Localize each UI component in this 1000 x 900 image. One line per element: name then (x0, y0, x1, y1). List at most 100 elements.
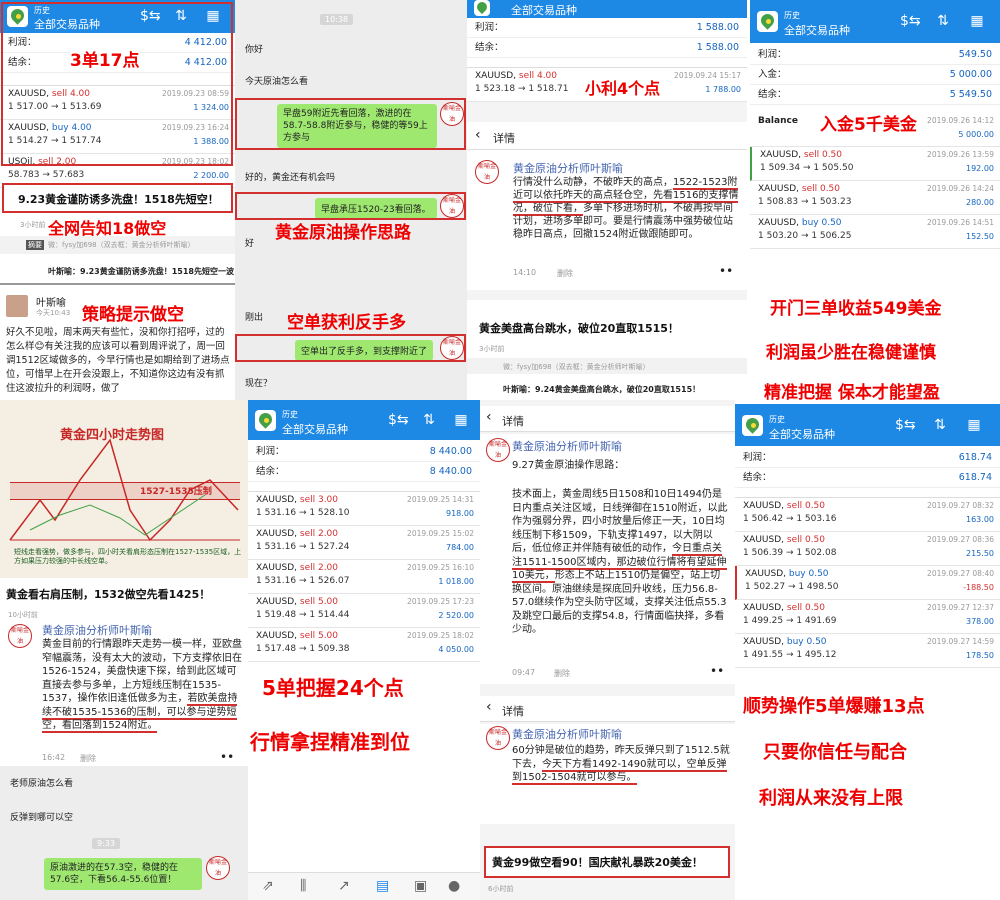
currency-icon[interactable]: $⇆ (388, 411, 409, 429)
chat-message: 好的，黄金还有机会吗 (245, 173, 336, 183)
caption-ideas: 黄金原油操作思路 (275, 223, 411, 243)
slogan: 利润虽少胜在稳健谨慎 (766, 343, 936, 363)
chart-nav-icon[interactable]: ⫼ (300, 878, 306, 894)
author-name: 黄金原油分析师叶斯喻 (42, 624, 152, 637)
trade-row[interactable]: XAUUSD, sell 5.00 1 519.48 → 1 514.44 2019… (248, 594, 480, 628)
chat-message: 好 (245, 239, 255, 249)
more-icon[interactable]: •• (220, 750, 234, 764)
slogan: 开门三单收益549美金 (770, 299, 942, 319)
article-ago: 3小时前 (479, 345, 505, 353)
chat-reply: 原油激进的在57.3空，稳健的在57.6空，下看56.4-55.6位置！ (44, 858, 202, 890)
balance-row: 结余： 5 549.50 (750, 85, 1000, 105)
seal-avatar: 斯喻金油 (486, 438, 510, 462)
trade-row[interactable]: XAUUSD, sell 0.50 1 499.25 → 1 491.69 2019… (735, 600, 1000, 634)
header-title: 全部交易品种 (282, 423, 348, 436)
wechat-line: 微：fysy加698（双去框：黄金分析师叶斯喻） (48, 241, 195, 249)
headline: 9.23黄金谨防诱多洗盘！1518先短空！ (18, 193, 219, 206)
header-title: 全部交易品种 (784, 24, 850, 37)
panel-history-0925: 历史 全部交易品种 $⇆ ⇅ ▦ 利润： 8 440.00 结余： 8 440.00… (248, 400, 480, 900)
delete-link[interactable]: 删除 (80, 753, 96, 764)
panel-history-0926: 历史 全部交易品种 $⇆ ⇅ ▦ 利润： 549.50 入金： 5 000.00 结… (750, 0, 1000, 400)
post-body: 技术面上，黄金周线5日1508和10日1494仍是日内重点关注区域，日线弹御在1… (512, 489, 728, 635)
article-ago: 10小时前 (8, 611, 38, 619)
post-body: 行情没什么动静，不破昨天的高点，1522-1523附近可以依托昨天的高点轻仓空，… (513, 177, 739, 240)
highlight-box (1, 2, 233, 166)
chart-note: 短线走看强势，做多参与，四小时关看肩形态压制在1527-1535区域，上方如果压… (14, 548, 242, 565)
more-icon[interactable]: •• (710, 664, 724, 678)
src-time: 3小时前 (20, 221, 46, 229)
currency-icon[interactable]: $⇆ (895, 416, 916, 434)
sort-icon[interactable]: ⇅ (931, 416, 949, 434)
slogan: 利润从来没有上限 (759, 788, 903, 809)
seal-avatar: 斯喻金油 (8, 624, 32, 648)
news-nav-icon[interactable]: ▣ (414, 878, 427, 894)
sort-icon[interactable]: ⇅ (420, 411, 438, 429)
slogan: 精准把握 保本才能望盈 (764, 383, 940, 400)
chat-message: 今天原油怎么看 (245, 77, 309, 87)
trade-row[interactable]: XAUUSD, buy 0.50 1 502.27 → 1 498.50 2019.… (735, 566, 1000, 600)
trade-row[interactable]: XAUUSD, sell 0.50 1 509.34 → 1 505.50 2019… (750, 147, 1000, 181)
article-ago: 6小时前 (488, 885, 514, 893)
trade-row[interactable]: XAUUSD, sell 0.50 1 506.42 → 1 503.16 2019… (735, 498, 1000, 532)
caption-3-trades: 3单17点 (70, 46, 140, 71)
slogan: 5单把握24个点 (262, 676, 404, 700)
history-nav-icon[interactable]: ▤ (376, 878, 389, 894)
chat-message: 反弹到哪可以空 (10, 813, 74, 823)
seal-avatar: 斯喻金油 (486, 726, 510, 750)
trade-row[interactable]: XAUUSD, sell 0.50 1 508.83 → 1 503.23 2019… (750, 181, 1000, 215)
deposit-row: 入金： 5 000.00 (750, 65, 1000, 85)
panel-history-0927: 历史 全部交易品种 $⇆ ⇅ ▦ 利润： 618.74 结余： 618.74 XAU… (735, 400, 1000, 900)
header-history: 历史 (282, 410, 298, 419)
chat-nav-icon[interactable]: ● (448, 878, 460, 894)
seal-avatar: 斯喻金油 (475, 160, 499, 184)
profit-row: 利润： 8 440.00 (248, 442, 480, 462)
more-icon[interactable]: •• (719, 264, 733, 278)
header-title: 全部交易品种 (769, 428, 835, 441)
bottom-nav: ⇗ ⫼ ↗ ▤ ▣ ● (248, 872, 480, 900)
author-name: 黄金原油分析师叶斯喻 (513, 162, 623, 175)
details-title: 详情 (502, 705, 524, 718)
slogan: 行情拿捏精准到位 (250, 730, 410, 754)
trade-row[interactable]: XAUUSD, sell 3.00 1 531.16 → 1 528.10 2019… (248, 492, 480, 526)
calendar-icon[interactable]: ▦ (968, 12, 986, 30)
back-icon[interactable]: ‹ (475, 127, 481, 143)
calendar-icon[interactable]: ▦ (452, 411, 470, 429)
panel-details-0927: ‹ 详情 斯喻金油 黄金原油分析师叶斯喻 9.27黄金原油操作思路： 技术面上，… (480, 400, 735, 900)
trade-row[interactable]: XAUUSD, sell 2.00 1 531.16 → 1 527.24 2019… (248, 526, 480, 560)
profit-row: 利润： 1 588.00 (467, 18, 747, 38)
profit-row: 利润： 618.74 (735, 448, 1000, 468)
app-logo-icon (757, 11, 778, 32)
trade-row[interactable]: XAUUSD, buy 0.50 1 491.55 → 1 495.12 2019.… (735, 634, 1000, 668)
post-title: 9.27黄金原油操作思路： (512, 460, 625, 471)
trade-row[interactable]: XAUUSD, sell 5.00 1 517.48 → 1 509.38 2019… (248, 628, 480, 662)
name-line: 叶斯喻：9.23黄金谨防诱多洗盘！1518先短空一波！ (48, 267, 235, 276)
trend-nav-icon[interactable]: ↗ (338, 878, 350, 894)
balance-row: 结余： 8 440.00 (248, 462, 480, 482)
caption-small-profit: 小利4个点 (585, 79, 661, 98)
header-history: 历史 (784, 11, 800, 20)
trade-row[interactable]: XAUUSD, buy 0.50 1 503.20 → 1 506.25 2019.… (750, 215, 1000, 249)
chat-message: 你好 (245, 45, 264, 55)
timestamp: 9:33 (92, 838, 120, 849)
currency-icon[interactable]: $⇆ (900, 12, 921, 30)
delete-link[interactable]: 删除 (554, 668, 570, 679)
article-title: 黄金看右肩压制，1532做空先看1425！ (6, 588, 211, 601)
details-title: 详情 (493, 132, 515, 145)
delete-link[interactable]: 删除 (557, 268, 573, 279)
post-body: 60分钟是破位的趋势，昨天反弹只到了1512.5就下去，今天下方看1492-14… (512, 745, 730, 785)
back-icon[interactable]: ‹ (486, 409, 492, 425)
app-logo-icon (474, 0, 490, 16)
profit-row: 利润： 549.50 (750, 45, 1000, 65)
trade-nav-icon[interactable]: ⇗ (262, 878, 274, 894)
calendar-icon[interactable]: ▦ (965, 416, 983, 434)
trade-row[interactable]: XAUUSD, sell 0.50 1 506.39 → 1 502.08 2019… (735, 532, 1000, 566)
post-time: 14:10 (513, 268, 537, 277)
back-icon[interactable]: ‹ (486, 699, 492, 715)
panel-history-0924: 全部交易品种 利润： 1 588.00 结余： 1 588.00 XAUUSD, s… (467, 0, 747, 400)
trade-row[interactable]: XAUUSD, sell 2.00 1 531.16 → 1 526.07 2019… (248, 560, 480, 594)
sort-icon[interactable]: ⇅ (934, 12, 952, 30)
avatar (6, 295, 28, 317)
article-title: 黄金99做空看90！国庆献礼暴跌20美金！ (492, 856, 703, 869)
header-title: 全部交易品种 (511, 4, 577, 17)
name-line: 叶斯喻：9.24黄金美盘高台跳水，破位20直取1515！ (503, 385, 701, 394)
